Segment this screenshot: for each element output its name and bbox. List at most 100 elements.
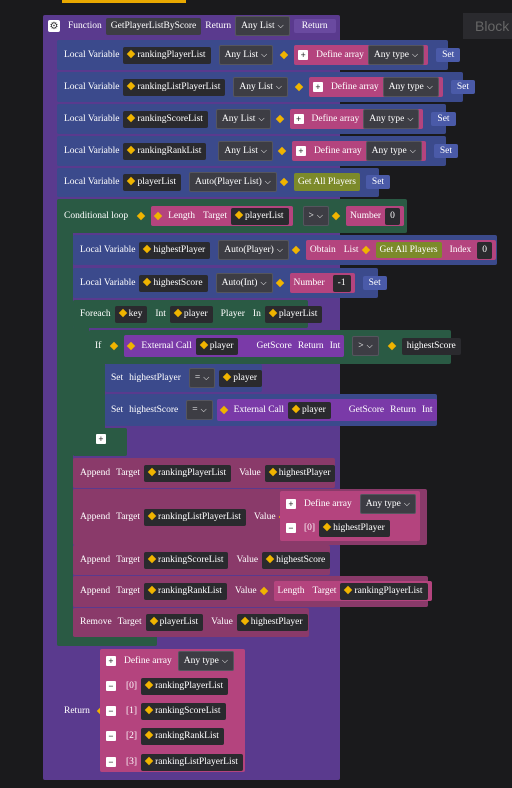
remove-value[interactable]: highestPlayer	[236, 613, 308, 631]
function-return-button[interactable]: Return	[293, 19, 336, 33]
minus-icon[interactable]: −	[106, 706, 116, 716]
add-branch-plus-icon[interactable]: +	[96, 434, 106, 444]
define-array-block[interactable]: + Define array Any type ⌵	[294, 45, 429, 65]
loop-label: Conditional loop	[64, 211, 129, 221]
set-button[interactable]: Set	[436, 48, 461, 62]
gear-icon[interactable]: ⚙	[48, 20, 60, 32]
foreach-player-type: Player	[220, 309, 245, 319]
array-type[interactable]: Any type ⌵	[177, 651, 234, 671]
define-array-block[interactable]: + Define array Any type ⌵	[289, 109, 424, 129]
plus-icon[interactable]: +	[295, 146, 306, 156]
number-value[interactable]: -1	[332, 274, 351, 292]
array-item-value[interactable]: rankingPlayerList	[141, 677, 229, 695]
get-all-players-block[interactable]: Get All Players	[375, 242, 442, 258]
array-item-value[interactable]: highestPlayer	[319, 519, 390, 537]
append-target[interactable]: rankingListPlayerList	[144, 508, 246, 526]
chevron-down-icon: ⌵	[316, 211, 323, 220]
array-item-value[interactable]: rankingListPlayerList	[141, 753, 243, 771]
diamond-icon	[143, 244, 152, 253]
local-var-name[interactable]: highestPlayer	[139, 241, 211, 259]
local-var-type[interactable]: Any List ⌵	[218, 45, 274, 65]
external-call-block[interactable]: External Call player GetScore Return Int	[216, 399, 437, 421]
define-array-block[interactable]: + Define array Any type ⌵	[308, 77, 443, 97]
local-var-name[interactable]: rankingPlayerList	[123, 46, 211, 64]
set-button[interactable]: Set	[431, 112, 456, 126]
local-var-name[interactable]: rankingListPlayerList	[123, 78, 226, 96]
array-item-value[interactable]: rankingRankList	[141, 727, 224, 745]
minus-icon[interactable]: −	[106, 757, 116, 767]
array-type[interactable]: Any type ⌵	[365, 141, 422, 161]
compare-value[interactable]: highestScore	[401, 337, 461, 355]
index-value[interactable]: 0	[477, 241, 492, 259]
set-button[interactable]: Set	[433, 144, 458, 158]
assign-op[interactable]: = ⌵	[188, 368, 216, 388]
plus-icon[interactable]: +	[293, 114, 304, 124]
chevron-down-icon: ⌵	[411, 50, 419, 59]
foreach-list[interactable]: playerList	[264, 305, 323, 323]
local-var-type[interactable]: Any List ⌵	[215, 109, 271, 129]
local-var-type[interactable]: Any List ⌵	[218, 141, 273, 161]
number-value[interactable]: 0	[385, 207, 400, 225]
length-target[interactable]: rankingPlayerList	[340, 582, 428, 600]
length-block[interactable]: Length Target playerList	[151, 206, 293, 226]
local-var-row: Local Variable rankingRankList Any List ⌵…	[64, 140, 458, 162]
local-var-label: Local Variable	[64, 146, 120, 156]
local-var-name[interactable]: playerList	[123, 173, 181, 191]
function-return-type[interactable]: Any List ⌵	[235, 16, 290, 36]
foreach-key[interactable]: key	[114, 305, 148, 323]
diamond-icon	[147, 554, 157, 563]
length-target[interactable]: playerList	[231, 207, 289, 225]
plus-icon[interactable]: +	[106, 656, 116, 666]
plus-icon[interactable]: +	[286, 499, 296, 509]
number-block[interactable]: Number -1	[289, 273, 355, 293]
append-target[interactable]: rankingScoreList	[144, 551, 229, 569]
local-var-row: Local Variable rankingPlayerList Any Lis…	[64, 44, 461, 66]
foreach-player[interactable]: player	[169, 305, 213, 323]
compare-op[interactable]: > ⌵	[302, 206, 329, 226]
local-var-type[interactable]: Auto(Player) ⌵	[218, 240, 289, 260]
define-array-block[interactable]: + Define array Any type ⌵	[291, 141, 426, 161]
call-target[interactable]: player	[195, 337, 239, 355]
local-var-type[interactable]: Auto(Player List) ⌵	[189, 172, 277, 192]
append-value[interactable]: highestScore	[262, 551, 331, 569]
append-target-label: Target	[116, 468, 141, 478]
length-block[interactable]: Length Target rankingPlayerList	[273, 581, 432, 601]
assign-op[interactable]: = ⌵	[186, 400, 213, 420]
append-target[interactable]: rankingRankList	[144, 582, 227, 600]
local-var-name[interactable]: rankingScoreList	[123, 110, 208, 128]
chevron-down-icon: ⌵	[264, 177, 271, 186]
diamond-icon	[279, 177, 289, 187]
diamond-icon	[144, 756, 154, 765]
external-call-block[interactable]: External Call player GetScore Return Int	[124, 335, 345, 357]
array-type[interactable]: Any type ⌵	[367, 45, 425, 65]
compare-op[interactable]: > ⌵	[352, 336, 379, 356]
minus-icon[interactable]: −	[106, 681, 116, 691]
set-button[interactable]: Set	[365, 175, 391, 189]
block-tab[interactable]: Block	[463, 13, 512, 39]
plus-icon[interactable]: +	[298, 50, 309, 60]
diamond-icon	[127, 145, 136, 154]
append-value[interactable]: highestPlayer	[264, 464, 336, 482]
set-button[interactable]: Set	[450, 80, 475, 94]
local-var-name[interactable]: rankingRankList	[123, 142, 207, 160]
local-var-type[interactable]: Any List ⌵	[233, 77, 288, 97]
array-type[interactable]: Any type ⌵	[363, 109, 420, 129]
local-var-type[interactable]: Auto(Int) ⌵	[215, 273, 273, 293]
array-type[interactable]: Any type ⌵	[382, 77, 439, 97]
minus-icon[interactable]: −	[286, 523, 296, 533]
local-var-name[interactable]: highestScore	[139, 274, 208, 292]
append-target-label: Target	[116, 512, 141, 522]
set-button[interactable]: Set	[362, 276, 387, 290]
call-target[interactable]: player	[288, 401, 331, 419]
get-all-players-block[interactable]: Get All Players	[293, 173, 360, 191]
obtain-block[interactable]: Obtain List Get All Players Index 0	[305, 240, 496, 260]
array-item-value[interactable]: rankingScoreList	[141, 702, 226, 720]
append-target[interactable]: rankingPlayerList	[144, 464, 232, 482]
number-block[interactable]: Number 0	[345, 206, 404, 226]
set-value[interactable]: player	[219, 369, 263, 387]
function-name[interactable]: GetPlayerListByScore	[105, 17, 202, 35]
remove-target[interactable]: playerList	[145, 613, 204, 631]
plus-icon[interactable]: +	[312, 82, 323, 92]
array-type[interactable]: Any type ⌵	[359, 494, 416, 514]
minus-icon[interactable]: −	[106, 731, 116, 741]
